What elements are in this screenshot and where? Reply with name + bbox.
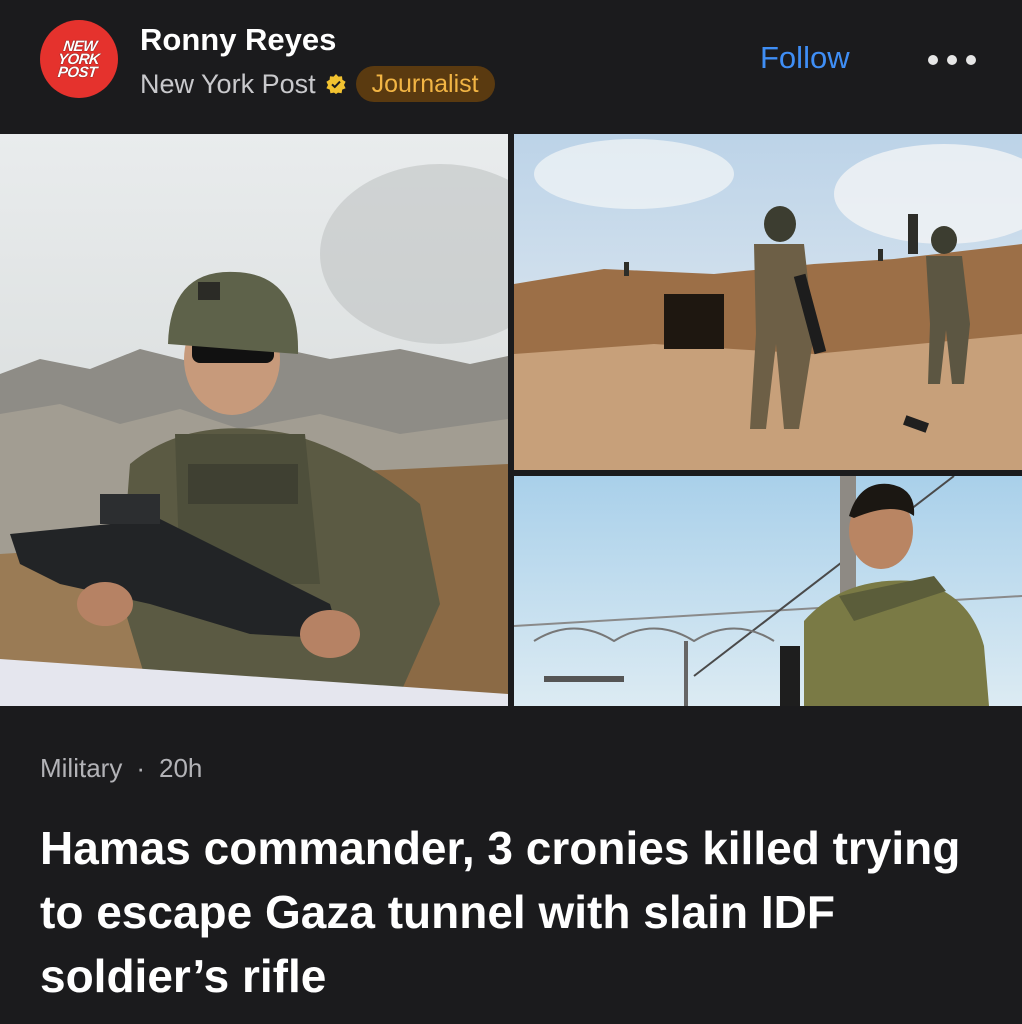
post-header: NEW YORK POST Ronny Reyes New York Post … [0, 0, 1022, 132]
soldier-with-rifle-photo[interactable] [0, 134, 508, 706]
soldier-portrait-photo[interactable] [514, 476, 1022, 706]
meta-separator: · [136, 752, 146, 783]
dot [966, 55, 976, 65]
post-age: 20h [159, 752, 203, 783]
dot [928, 55, 938, 65]
follow-button[interactable]: Follow [760, 40, 850, 76]
category-label[interactable]: Military [40, 753, 122, 784]
publication-row: New York Post Journalist [140, 66, 495, 102]
publication-logo[interactable]: NEW YORK POST [40, 20, 118, 98]
article-meta: Military · 20h [40, 750, 202, 786]
dot [947, 55, 957, 65]
author-name[interactable]: Ronny Reyes [140, 22, 336, 58]
logo-text: NEW YORK POST [57, 37, 101, 81]
soldiers-at-tunnel-photo[interactable] [514, 134, 1022, 470]
more-options-icon[interactable] [928, 52, 976, 68]
verified-badge-icon [325, 74, 346, 94]
publication-name[interactable]: New York Post [140, 69, 316, 100]
journalist-badge: Journalist [355, 66, 495, 102]
article-headline[interactable]: Hamas commander, 3 cronies killed trying… [40, 816, 980, 1008]
